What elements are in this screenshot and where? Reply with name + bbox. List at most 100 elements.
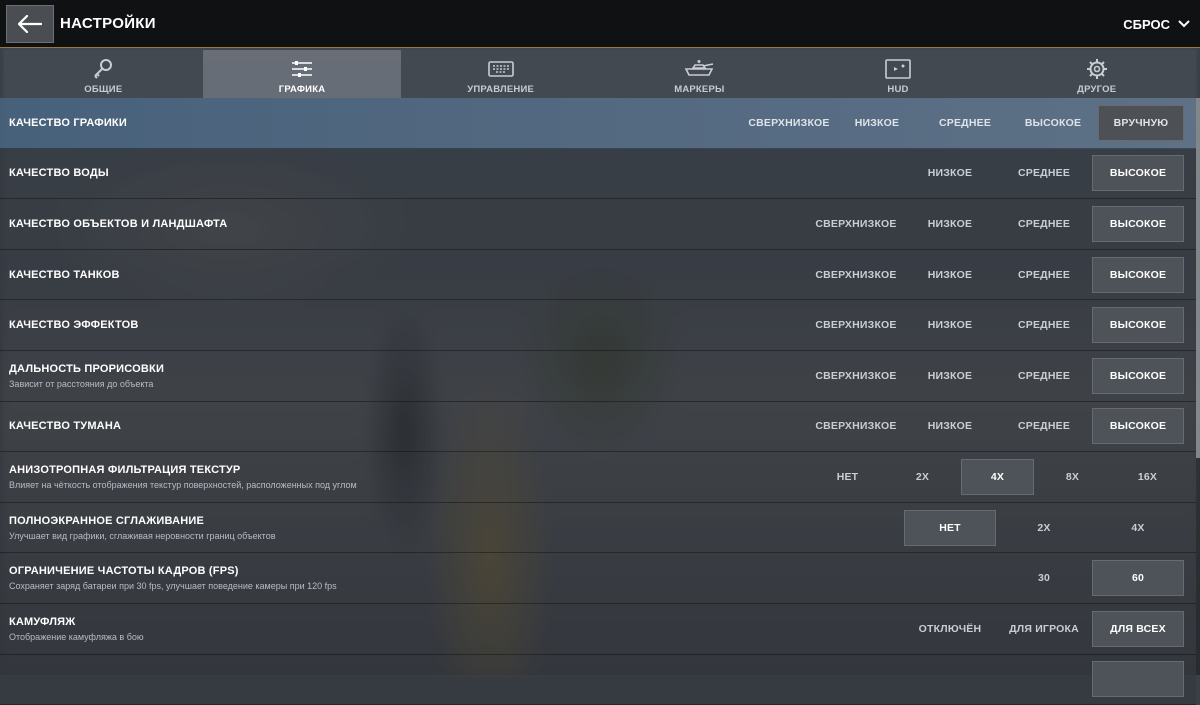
setting-label-group: КАЧЕСТВО ГРАФИКИ (9, 98, 127, 148)
setting-option-button[interactable]: 2X (886, 459, 959, 495)
setting-option-button[interactable]: СРЕДНЕЕ (998, 155, 1090, 191)
setting-row: ПОЛНОЭКРАННОЕ СГЛАЖИВАНИЕ Улучшает вид гр… (0, 502, 1196, 554)
setting-option-button[interactable]: НИЗКОЕ (904, 155, 996, 191)
setting-title: ПОЛНОЭКРАННОЕ СГЛАЖИВАНИЕ (9, 514, 205, 527)
setting-options (1090, 655, 1184, 705)
top-bar: НАСТРОЙКИ СБРОС (0, 0, 1200, 48)
setting-option-button[interactable]: СРЕДНЕЕ (998, 408, 1090, 444)
setting-title: КАЧЕСТВО ГРАФИКИ (9, 116, 127, 129)
setting-option-button[interactable]: ВЫСОКОЕ (1092, 357, 1184, 394)
setting-option-button[interactable]: ДЛЯ ВСЕХ (1092, 610, 1184, 647)
setting-label-group: КАЧЕСТВО ТУМАНА (9, 402, 121, 452)
setting-option-button[interactable]: ВЫСОКОЕ (1092, 205, 1184, 242)
setting-row: КАЧЕСТВО ВОДЫ НИЗКОЕ СРЕДНЕЕ ВЫСОКОЕ (0, 148, 1196, 200)
setting-option-button[interactable]: НЕТ (811, 459, 884, 495)
scrollbar-thumb[interactable] (1196, 98, 1200, 458)
tab-key[interactable]: ОБЩИЕ (4, 50, 203, 98)
setting-option-button[interactable]: ВЫСОКОЕ (1092, 408, 1184, 445)
setting-row: КАЧЕСТВО ТАНКОВ СВЕРХНИЗКОЕ НИЗКОЕ СРЕДНЕЕ В… (0, 249, 1196, 301)
sliders-icon (290, 56, 314, 82)
setting-option-button[interactable]: СРЕДНЕЕ (998, 257, 1090, 293)
setting-option-button[interactable]: СВЕРХНИЗКОЕ (746, 105, 832, 141)
tab-minimap[interactable]: HUD (799, 50, 998, 98)
tab-label: ГРАФИКА (278, 84, 326, 95)
setting-row: КАЧЕСТВО ГРАФИКИ СВЕРХНИЗКОЕ НИЗКОЕ СРЕДНЕЕ… (0, 98, 1196, 149)
setting-option-button[interactable]: НИЗКОЕ (904, 307, 996, 343)
setting-options: НЕТ 2X 4X 8X 16X (809, 452, 1184, 502)
settings-tabs: ОБЩИЕ ГРАФИКА УПРАВЛЕНИЕ МАРКЕРЫ HUD ДРУГОЕ (4, 50, 1196, 98)
setting-row: ДАЛЬНОСТЬ ПРОРИСОВКИ Зависит от расстояни… (0, 350, 1196, 402)
setting-label-group: ПОЛНОЭКРАННОЕ СГЛАЖИВАНИЕ Улучшает вид гр… (9, 503, 276, 553)
setting-description: Влияет на чёткость отображения текстур п… (9, 479, 357, 490)
setting-option-button[interactable]: ВЫСОКОЕ (1092, 307, 1184, 344)
page-title: НАСТРОЙКИ (60, 15, 156, 32)
setting-option-button[interactable]: СВЕРХНИЗКОЕ (810, 408, 902, 444)
setting-option-button[interactable]: НИЗКОЕ (904, 358, 996, 394)
setting-option-button[interactable]: 4X (1092, 510, 1184, 546)
chevron-down-icon (1178, 20, 1190, 28)
setting-title: АНИЗОТРОПНАЯ ФИЛЬТРАЦИЯ ТЕКСТУР (9, 463, 241, 476)
setting-option-button[interactable]: НИЗКОЕ (904, 206, 996, 242)
setting-option-button[interactable]: НИЗКОЕ (904, 257, 996, 293)
setting-option-button[interactable]: 30 (998, 560, 1090, 596)
tab-gear[interactable]: ДРУГОЕ (997, 50, 1196, 98)
setting-option-button[interactable]: ВЫСОКОЕ (1092, 256, 1184, 293)
setting-option-button[interactable]: 60 (1092, 560, 1184, 597)
setting-title: ДАЛЬНОСТЬ ПРОРИСОВКИ (9, 362, 165, 375)
setting-option-button[interactable]: ВРУЧНУЮ (1098, 104, 1184, 141)
setting-option-button[interactable]: СРЕДНЕЕ (998, 358, 1090, 394)
setting-option-button[interactable] (1092, 661, 1184, 698)
setting-option-button[interactable]: СВЕРХНИЗКОЕ (810, 358, 902, 394)
minimap-icon (885, 56, 911, 82)
tab-label: УПРАВЛЕНИЕ (467, 84, 535, 95)
tab-sliders[interactable]: ГРАФИКА (202, 50, 402, 98)
setting-option-button[interactable]: СРЕДНЕЕ (998, 206, 1090, 242)
reset-label: СБРОС (1123, 16, 1170, 32)
setting-row: КАЧЕСТВО ОБЪЕКТОВ И ЛАНДШАФТА СВЕРХНИЗКОЕ… (0, 199, 1196, 250)
tank-icon (683, 56, 715, 82)
setting-label-group: КАЧЕСТВО ВОДЫ (9, 149, 109, 199)
setting-option-button[interactable]: НЕТ (904, 509, 996, 546)
keyboard-icon (487, 56, 514, 82)
setting-option-button[interactable]: СРЕДНЕЕ (998, 307, 1090, 343)
reset-button[interactable]: СБРОС (1123, 0, 1190, 48)
tab-tank[interactable]: МАРКЕРЫ (600, 50, 799, 98)
setting-description: Улучшает вид графики, сглаживая неровнос… (9, 530, 276, 541)
setting-option-button[interactable]: 4X (961, 458, 1034, 495)
setting-option-button[interactable]: 16X (1111, 459, 1184, 495)
setting-title: КАЧЕСТВО ТУМАНА (9, 420, 122, 433)
setting-options: НЕТ 2X 4X (902, 503, 1184, 553)
key-icon (92, 56, 114, 82)
settings-list: КАЧЕСТВО ГРАФИКИ СВЕРХНИЗКОЕ НИЗКОЕ СРЕДНЕЕ… (0, 98, 1196, 705)
setting-label-group: ОГРАНИЧЕНИЕ ЧАСТОТЫ КАДРОВ (FPS) Сохраняе… (9, 553, 337, 603)
arrow-left-icon (18, 15, 42, 33)
setting-option-button[interactable]: ВЫСОКОЕ (1092, 155, 1184, 192)
setting-description: Отображение камуфляжа в бою (9, 631, 144, 642)
tab-label: ОБЩИЕ (84, 84, 123, 95)
setting-option-button[interactable]: СВЕРХНИЗКОЕ (810, 206, 902, 242)
setting-option-button[interactable]: 8X (1036, 459, 1109, 495)
setting-row (0, 654, 1196, 705)
setting-option-button[interactable]: НИЗКОЕ (904, 408, 996, 444)
setting-option-button[interactable]: ДЛЯ ИГРОКА (998, 611, 1090, 647)
tab-label: ДРУГОЕ (1077, 84, 1117, 95)
setting-option-button[interactable]: СВЕРХНИЗКОЕ (810, 307, 902, 343)
setting-options: 30 60 (996, 553, 1184, 603)
tab-keyboard[interactable]: УПРАВЛЕНИЕ (401, 50, 600, 98)
setting-description: Сохраняет заряд батареи при 30 fps, улуч… (9, 581, 337, 592)
setting-option-button[interactable]: ОТКЛЮЧЁН (904, 611, 996, 647)
setting-option-button[interactable]: ВЫСОКОЕ (1010, 105, 1096, 141)
setting-title: КАЧЕСТВО ВОДЫ (9, 167, 109, 180)
setting-title: КАЧЕСТВО ОБЪЕКТОВ И ЛАНДШАФТА (9, 217, 228, 230)
setting-row: КАЧЕСТВО ЭФФЕКТОВ СВЕРХНИЗКОЕ НИЗКОЕ СРЕДНЕ… (0, 300, 1196, 351)
setting-option-button[interactable]: 2X (998, 510, 1090, 546)
setting-option-button[interactable]: СВЕРХНИЗКОЕ (810, 257, 902, 293)
setting-option-button[interactable]: СРЕДНЕЕ (922, 105, 1008, 141)
setting-option-button[interactable]: НИЗКОЕ (834, 105, 920, 141)
gear-icon (1086, 56, 1108, 82)
setting-description: Зависит от расстояния до объекта (9, 378, 154, 389)
back-button[interactable] (6, 5, 54, 43)
setting-title: ОГРАНИЧЕНИЕ ЧАСТОТЫ КАДРОВ (FPS) (9, 565, 239, 578)
setting-label-group: ДАЛЬНОСТЬ ПРОРИСОВКИ Зависит от расстояни… (9, 351, 164, 401)
setting-row: ОГРАНИЧЕНИЕ ЧАСТОТЫ КАДРОВ (FPS) Сохраняе… (0, 553, 1196, 604)
